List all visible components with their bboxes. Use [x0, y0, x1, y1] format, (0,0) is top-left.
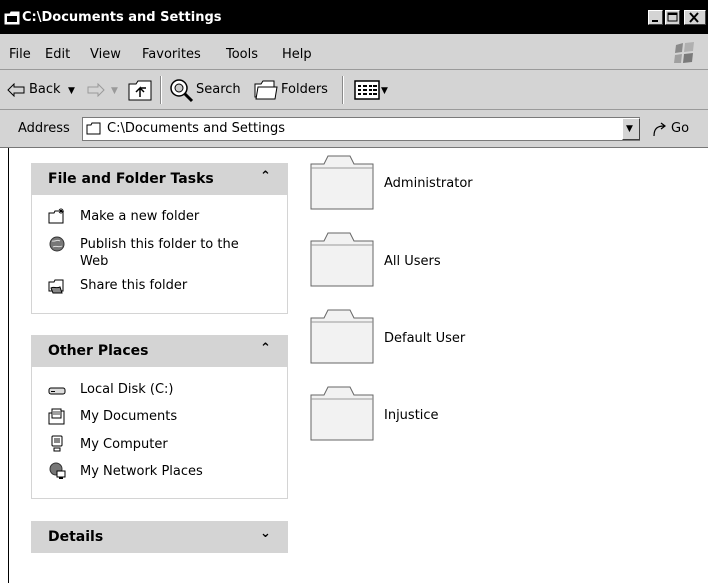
- folder-name[interactable]: Administrator: [384, 176, 473, 191]
- menu-bar: File Edit View Favorites Tools Help: [0, 34, 708, 70]
- chevron-down-icon[interactable]: ⌄: [260, 526, 271, 541]
- folders-icon[interactable]: [254, 80, 278, 100]
- views-dropdown-icon[interactable]: ▼: [381, 86, 388, 96]
- publish-web-icon: [49, 236, 65, 252]
- back-dropdown-icon[interactable]: ▼: [68, 86, 75, 96]
- share-folder-icon: [48, 279, 64, 294]
- address-input[interactable]: C:\Documents and Settings: [82, 117, 640, 141]
- close-button[interactable]: [684, 10, 706, 25]
- title-bar[interactable]: C:\Documents and Settings: [0, 0, 708, 34]
- up-folder-icon[interactable]: [127, 78, 153, 102]
- pane-title: Details: [48, 529, 104, 545]
- folders-button[interactable]: Folders: [281, 82, 328, 97]
- chevron-up-icon[interactable]: ⌃: [260, 169, 271, 184]
- folder-icon[interactable]: [310, 231, 374, 287]
- menu-tools[interactable]: Tools: [226, 47, 258, 62]
- folder-name[interactable]: All Users: [384, 254, 441, 269]
- pane-title: File and Folder Tasks: [48, 171, 214, 187]
- toolbar: Back ▼ ▼ Search Folders ▼: [0, 70, 708, 110]
- pane-title: Other Places: [48, 343, 149, 359]
- search-button[interactable]: Search: [196, 82, 241, 97]
- folder-icon[interactable]: [310, 154, 374, 210]
- window-title: C:\Documents and Settings: [22, 10, 222, 25]
- address-label: Address: [18, 121, 70, 136]
- menu-view[interactable]: View: [90, 47, 121, 62]
- my-computer-icon: [51, 435, 63, 452]
- address-bar: Address C:\Documents and Settings ▼ Go: [0, 110, 708, 148]
- folder-name[interactable]: Injustice: [384, 408, 439, 423]
- network-places-icon: [49, 462, 66, 479]
- folder-name[interactable]: Default User: [384, 331, 465, 346]
- folder-icon[interactable]: [310, 308, 374, 364]
- views-icon[interactable]: [354, 80, 380, 100]
- new-folder-icon: [48, 208, 64, 224]
- close-icon: [689, 12, 699, 23]
- toolbar-separator: [160, 76, 162, 104]
- other-places-header[interactable]: Other Places ⌃: [31, 335, 288, 367]
- address-dropdown-button[interactable]: ▼: [622, 118, 640, 140]
- maximize-button[interactable]: [665, 10, 680, 25]
- local-disk-link[interactable]: Local Disk (C:): [80, 381, 173, 398]
- share-folder-link[interactable]: Share this folder: [80, 277, 187, 294]
- forward-dropdown-icon[interactable]: ▼: [111, 86, 118, 96]
- my-documents-icon: [48, 408, 65, 425]
- content-divider: [8, 148, 9, 583]
- minimize-icon: [652, 20, 658, 22]
- chevron-up-icon[interactable]: ⌃: [260, 341, 271, 356]
- go-button[interactable]: Go: [671, 121, 689, 136]
- menu-help[interactable]: Help: [282, 47, 312, 62]
- back-button[interactable]: Back: [29, 82, 61, 97]
- folder-icon: [4, 11, 20, 25]
- chevron-down-icon: ▼: [626, 124, 633, 134]
- search-icon[interactable]: [168, 77, 194, 103]
- address-value: C:\Documents and Settings: [107, 121, 286, 136]
- my-network-places-link[interactable]: My Network Places: [80, 463, 203, 480]
- toolbar-separator: [342, 76, 344, 104]
- file-folder-tasks-header[interactable]: File and Folder Tasks ⌃: [31, 163, 288, 195]
- go-arrow-icon[interactable]: [652, 122, 668, 138]
- back-arrow-icon[interactable]: [7, 83, 25, 97]
- menu-favorites[interactable]: Favorites: [142, 47, 201, 62]
- menu-edit[interactable]: Edit: [45, 47, 70, 62]
- menu-file[interactable]: File: [9, 47, 31, 62]
- details-header[interactable]: Details ⌄: [31, 521, 288, 553]
- my-documents-link[interactable]: My Documents: [80, 408, 177, 425]
- minimize-button[interactable]: [648, 10, 663, 25]
- my-computer-link[interactable]: My Computer: [80, 436, 168, 453]
- windows-logo-icon: [674, 42, 694, 63]
- local-disk-icon: [48, 387, 66, 395]
- maximize-icon: [667, 12, 678, 22]
- explorer-window: C:\Documents and Settings File Edit View…: [0, 0, 708, 583]
- folder-icon[interactable]: [310, 385, 374, 441]
- forward-arrow-icon[interactable]: [87, 83, 105, 97]
- folder-icon: [86, 122, 101, 135]
- publish-web-link[interactable]: Publish this folder to the Web: [80, 236, 260, 270]
- make-new-folder-link[interactable]: Make a new folder: [80, 208, 199, 225]
